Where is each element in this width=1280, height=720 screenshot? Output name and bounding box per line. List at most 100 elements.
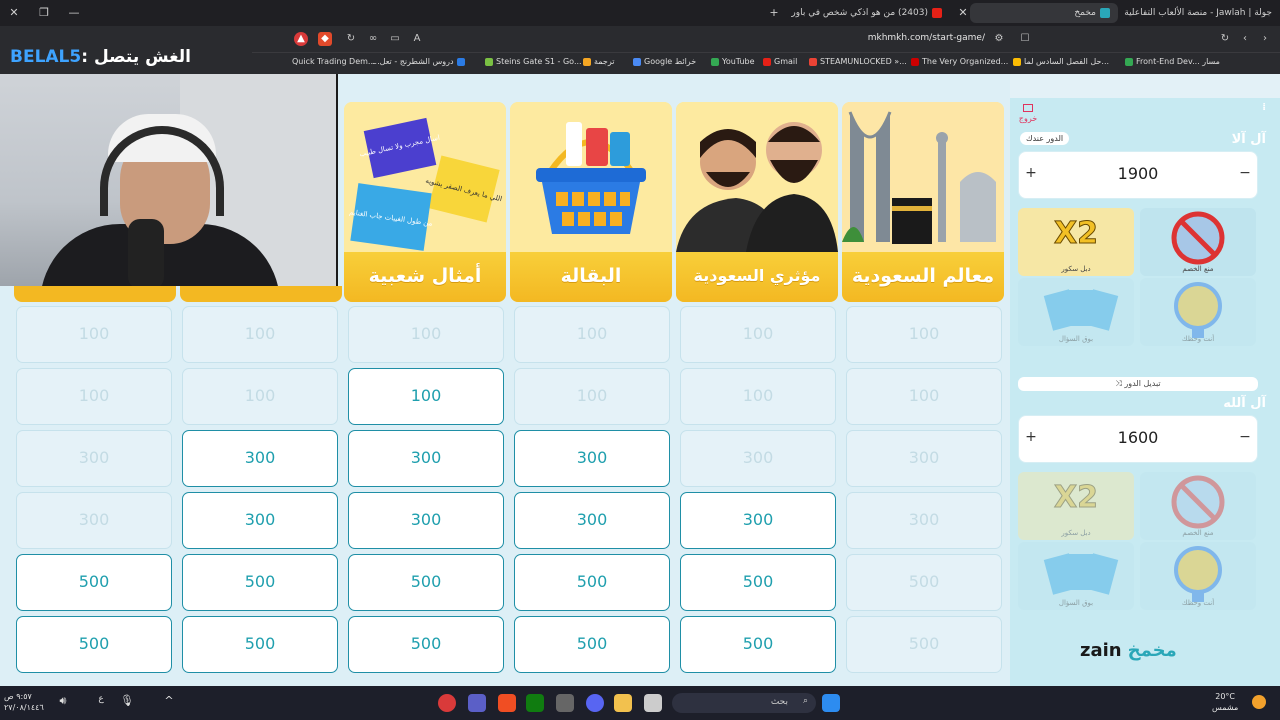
question-cell[interactable]: 300	[514, 492, 670, 549]
question-cell: 100	[514, 368, 670, 425]
question-cell[interactable]: 500	[16, 554, 172, 611]
back-icon[interactable]: ‹	[1238, 32, 1252, 46]
system-clock[interactable]: ٩:٥٧ ص ٢٧/٠٨/١٤٤٦	[4, 691, 44, 713]
show-hidden-icons-icon[interactable]: ^	[160, 694, 178, 712]
increase-score-button[interactable]: +	[1023, 429, 1039, 445]
bookmark-favicon-icon	[485, 57, 493, 66]
question-cell: 300	[16, 492, 172, 549]
app-record-icon[interactable]	[438, 694, 456, 712]
forward-icon[interactable]: ›	[1258, 32, 1272, 46]
taskbar-search[interactable]: بحث ⌕	[672, 693, 816, 713]
translate-icon[interactable]: A	[410, 32, 424, 46]
power-caption: أنت وحظك	[1181, 335, 1215, 343]
power-block-button[interactable]: منع الخصم	[1140, 208, 1256, 276]
swap-turn-button[interactable]: تبديل الدور ⤨	[1018, 377, 1258, 391]
tab-youtube[interactable]: (2403) من هو اذكي شخص في باور	[790, 3, 950, 23]
question-cell[interactable]: 500	[182, 616, 338, 673]
question-cell[interactable]: 500	[16, 616, 172, 673]
grocery-basket-image	[536, 122, 646, 234]
category-card: مؤثري السعودية	[676, 102, 838, 302]
app-brave-icon[interactable]	[498, 694, 516, 712]
power-double-button[interactable]: X2 دبل سكور	[1018, 208, 1134, 276]
menu-dots-icon[interactable]: ⁞	[1262, 102, 1266, 113]
power-luck-button[interactable]: أنت وحظك	[1140, 542, 1256, 610]
category-label: معالم السعودية	[842, 252, 1004, 302]
bookmark-label: دروس الشطرنج - تعل...	[372, 57, 454, 66]
bookmark-item[interactable]: Google خرائط	[630, 57, 696, 66]
glasses-icon[interactable]: ∞	[366, 32, 380, 46]
sticky-notes-image: اسال مجرب ولا تسال طبيب من طول الغيبات ج…	[349, 117, 503, 251]
question-cell[interactable]: 300	[514, 430, 670, 487]
question-cell[interactable]: 500	[680, 616, 836, 673]
power-caption: دبل سكور	[1061, 265, 1091, 273]
app-discord-icon[interactable]	[586, 694, 604, 712]
minimize-window-icon[interactable]: —	[66, 5, 82, 21]
address-bar[interactable]: mkhmkh.com/start-game/	[820, 33, 985, 43]
question-cell[interactable]: 500	[348, 616, 504, 673]
restore-window-icon[interactable]: ❐	[36, 5, 52, 21]
bookmark-item[interactable]: Quick Trading Dem...	[292, 57, 376, 66]
site-settings-icon[interactable]: ⚙	[992, 32, 1006, 46]
question-cell[interactable]: 500	[514, 616, 670, 673]
bookmark-item[interactable]: Gmail	[760, 57, 797, 66]
app-window-icon[interactable]	[644, 694, 662, 712]
power-block-button[interactable]: منع الخصم	[1140, 472, 1256, 540]
tab-mkhmkh[interactable]: مخمخ	[970, 3, 1118, 23]
exit-button[interactable]: خروج	[1018, 104, 1038, 123]
app-xbox-icon[interactable]	[526, 694, 544, 712]
power-steal-button[interactable]: بوق السؤال	[1018, 542, 1134, 610]
category-image	[676, 102, 838, 252]
decrease-score-button[interactable]: −	[1237, 429, 1253, 445]
microphone-tray-icon[interactable]: 🎙︎	[118, 694, 136, 712]
question-cell[interactable]: 300	[182, 492, 338, 549]
bookmark-item[interactable]: Steins Gate S1 - Go...	[482, 57, 582, 66]
bookmark-item[interactable]: دروس الشطرنج - تعل...	[372, 57, 468, 66]
team1-score: + 1900 −	[1018, 151, 1258, 199]
bookmark-item[interactable]: The Very Organized...	[908, 57, 1008, 66]
language-indicator[interactable]: ع	[92, 694, 110, 712]
question-cell[interactable]: 300	[348, 430, 504, 487]
question-cell[interactable]: 300	[182, 430, 338, 487]
question-cell[interactable]: 500	[514, 554, 670, 611]
brave-shield-icon[interactable]: ◆	[318, 32, 332, 46]
extension-icon[interactable]: ▲	[294, 32, 308, 46]
bookmark-label: Steins Gate S1 - Go...	[496, 57, 582, 66]
bookmark-item[interactable]: حل الفصل السادس لما...	[1010, 57, 1109, 66]
bookmark-icon[interactable]: ☐	[1018, 32, 1032, 46]
screen-icon[interactable]: ▭	[388, 32, 402, 46]
bookmark-item[interactable]: ترجمة	[580, 57, 615, 66]
tab-jawlah[interactable]: جولة | Jawlah - منصة الألعاب التفاعلية	[1120, 3, 1280, 23]
new-tab-icon[interactable]: +	[766, 5, 782, 21]
question-cell[interactable]: 500	[182, 554, 338, 611]
close-window-icon[interactable]: ✕	[6, 5, 22, 21]
power-luck-button[interactable]: أنت وحظك	[1140, 278, 1256, 346]
category-label: مؤثري السعودية	[676, 252, 838, 302]
question-cell[interactable]: 300	[680, 492, 836, 549]
question-cell[interactable]: 500	[348, 554, 504, 611]
overlay-prefix: الغش يتصل :	[81, 47, 191, 67]
bookmark-item[interactable]: STEAMUNLOCKED »...	[806, 57, 907, 66]
app-explorer-icon[interactable]	[614, 694, 632, 712]
question-cell[interactable]: 500	[680, 554, 836, 611]
question-cell: 100	[16, 368, 172, 425]
exit-icon	[1023, 104, 1033, 112]
close-tab-icon[interactable]: ✕	[955, 5, 971, 21]
tab-label: جولة | Jawlah - منصة الألعاب التفاعلية	[1124, 8, 1272, 18]
decrease-score-button[interactable]: −	[1237, 165, 1253, 181]
refresh-page-icon[interactable]: ↻	[344, 32, 358, 46]
app-teams-icon[interactable]	[468, 694, 486, 712]
question-cell[interactable]: 100	[348, 368, 504, 425]
overlay-name: BELAL5	[10, 47, 82, 67]
question-cell[interactable]: 300	[348, 492, 504, 549]
increase-score-button[interactable]: +	[1023, 165, 1039, 181]
windows-start-icon[interactable]	[822, 694, 840, 712]
bookmark-item[interactable]: YouTube	[708, 57, 755, 66]
weather-widget[interactable]: 20°C مشمس	[1212, 691, 1238, 713]
reload-icon[interactable]: ↻	[1218, 32, 1232, 46]
app-store-icon[interactable]	[556, 694, 574, 712]
volume-icon[interactable]: 🔊︎	[54, 694, 72, 712]
power-double-button[interactable]: X2 دبل سكور	[1018, 472, 1134, 540]
bookmark-label: STEAMUNLOCKED »...	[820, 57, 907, 66]
bookmark-item[interactable]: Front-End Dev... مسار	[1122, 57, 1220, 66]
power-steal-button[interactable]: بوق السؤال	[1018, 278, 1134, 346]
